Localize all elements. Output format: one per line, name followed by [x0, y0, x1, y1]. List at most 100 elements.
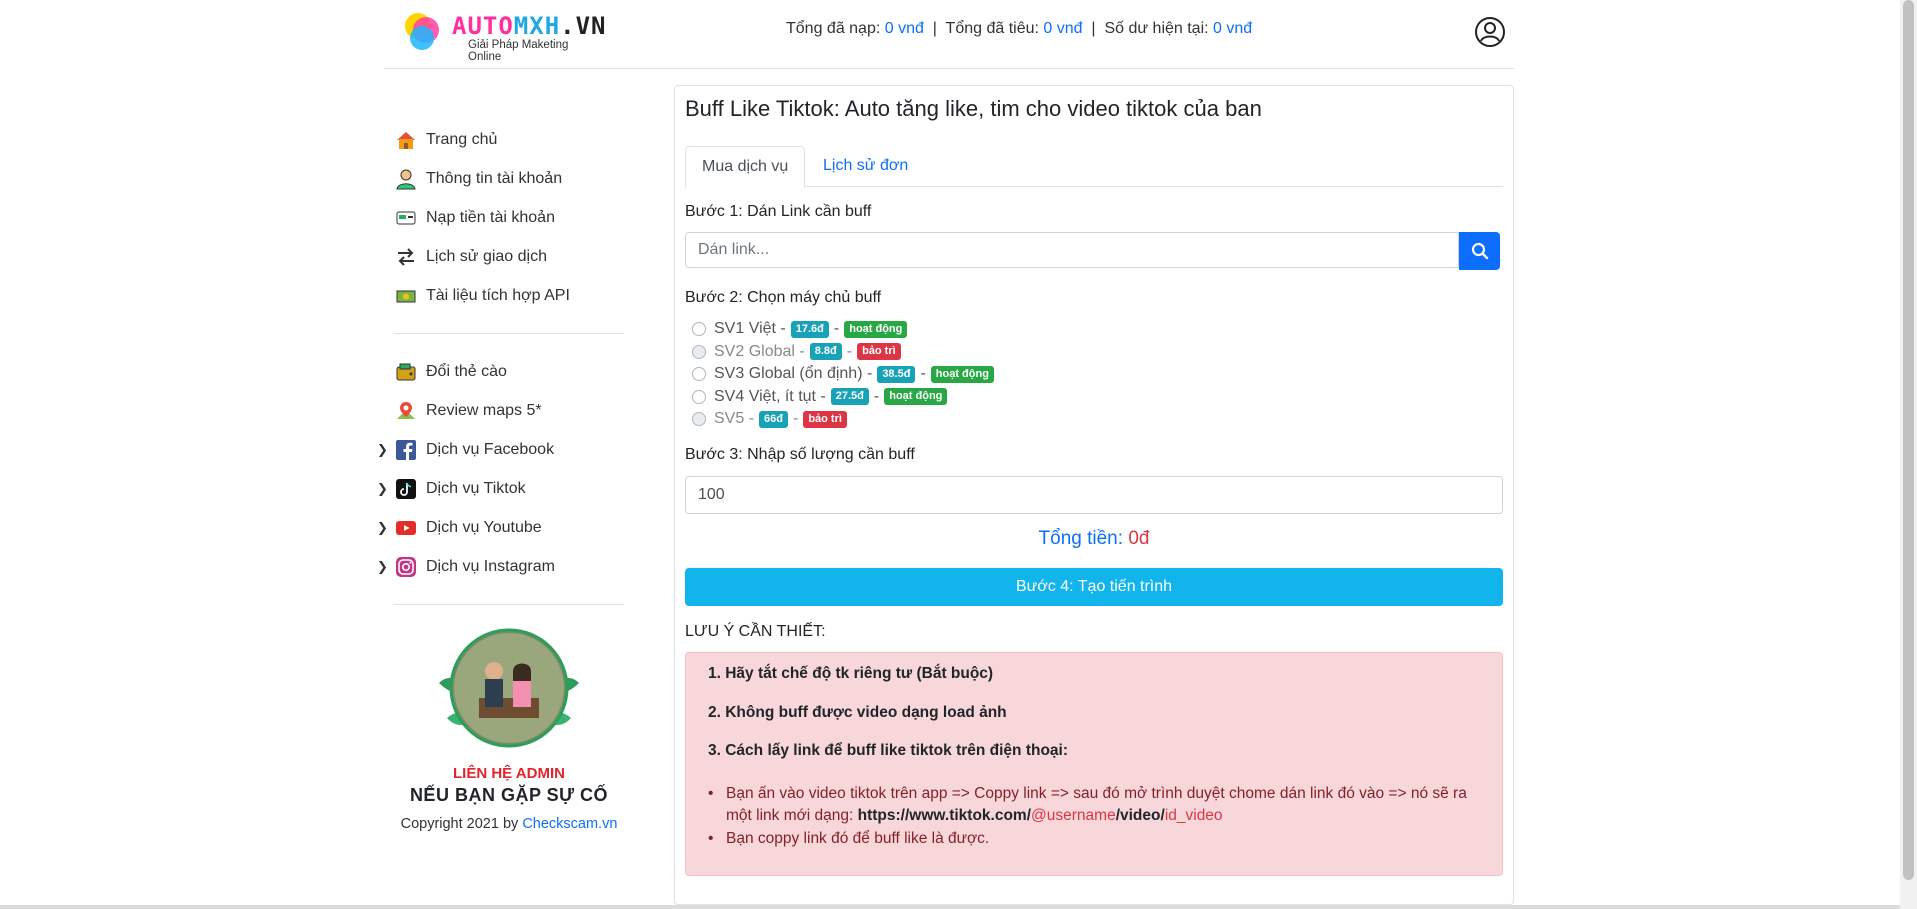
sidebar-item-label: Tài liệu tích hợp API: [426, 286, 570, 304]
spent-value: 0 vnđ: [1043, 20, 1083, 37]
example-url: https://www.tiktok.com/@username/video/i…: [858, 807, 1223, 824]
tab-buy-service[interactable]: Mua dịch vụ: [685, 146, 806, 188]
link-input[interactable]: Dán link...: [685, 232, 1459, 268]
sidebar-item-label: Dịch vụ Tiktok: [426, 479, 526, 497]
total-label: Tổng tiền:: [1038, 528, 1129, 549]
deposit-value: 0 vnđ: [884, 20, 924, 37]
chevron-right-icon: ❯: [377, 520, 388, 535]
server-option: SV5 - 66đ - bảo trì: [685, 408, 999, 431]
url-part: /video/: [1115, 807, 1165, 824]
chevron-right-icon: ❯: [377, 481, 388, 496]
sidebar-item-label: Dịch vụ Instagram: [426, 557, 555, 575]
sidebar-item-account[interactable]: Thông tin tài khoản: [384, 159, 634, 198]
search-button[interactable]: [1459, 232, 1500, 270]
balance-label: Số dư hiện tại:: [1104, 20, 1214, 37]
deposit-icon: [394, 206, 418, 230]
tab-order-history[interactable]: Lịch sử đơn: [807, 146, 924, 186]
price-badge: 8.8đ: [809, 343, 842, 361]
radio-button[interactable]: [692, 367, 706, 382]
price-badge: 66đ: [759, 410, 788, 428]
url-part: https://www.tiktok.com/: [857, 807, 1032, 824]
note-bullet: Bạn ấn vào video tiktok trên app => Copp…: [708, 783, 1488, 827]
wallet-icon: [394, 360, 418, 384]
logo-tagline: Giải Pháp Maketing Online: [468, 39, 569, 63]
vertical-scrollbar[interactable]: [1900, 0, 1917, 909]
map-pin-icon: [394, 399, 418, 423]
site-logo[interactable]: AUTOMXH.VN Giải Pháp Maketing Online: [400, 8, 606, 63]
admin-photo[interactable]: [419, 623, 599, 763]
horizontal-scrollbar[interactable]: [0, 905, 1900, 909]
server-option[interactable]: SV1 Việt - 17.6đ - hoạt động: [685, 318, 999, 341]
api-icon: [394, 284, 418, 308]
sidebar-item-card-exchange[interactable]: Đổi thẻ cào: [384, 352, 634, 391]
sidebar-item-label: Review maps 5*: [426, 401, 542, 419]
status-badge: hoạt động: [884, 388, 948, 406]
status-badge: hoạt động: [930, 365, 994, 383]
logo-text: AUTOMXH.VN: [452, 12, 607, 40]
sidebar-item-transactions[interactable]: Lịch sử giao dịch: [384, 237, 634, 276]
status-badge: bảo trì: [857, 343, 901, 361]
user-icon: [394, 167, 418, 191]
sidebar-item-label: Lịch sử giao dịch: [426, 247, 547, 265]
status-badge: hoạt động: [844, 320, 908, 338]
contact-admin-label: LIÊN HỆ ADMIN: [453, 765, 565, 782]
server-list: SV1 Việt - 17.6đ - hoạt động SV2 Global -…: [685, 318, 999, 431]
step1-label: Bước 1: Dán Link cần buff: [685, 203, 872, 220]
sidebar-item-review-maps[interactable]: Review maps 5*: [384, 391, 634, 430]
tiktok-icon: [394, 477, 418, 501]
url-part: id_video: [1164, 807, 1223, 824]
step2-label: Bước 2: Chọn máy chủ buff: [685, 289, 882, 306]
radio-button[interactable]: [692, 389, 706, 404]
facebook-icon: [394, 438, 418, 462]
quantity-input[interactable]: 100: [685, 476, 1503, 514]
scrollbar-thumb[interactable]: [1903, 0, 1914, 880]
url-part: @username: [1031, 807, 1116, 824]
note-item: 1. Hãy tắt chế độ tk riêng tư (Bắt buộc): [708, 665, 994, 682]
admin-contact: LIÊN HỆ ADMIN NẾU BẠN GẶP SỰ CỐ Copyrigh…: [384, 623, 634, 832]
youtube-icon: [394, 516, 418, 540]
copyright-link[interactable]: Checkscam.vn: [522, 816, 617, 832]
sidebar-item-label: Dịch vụ Youtube: [426, 518, 542, 536]
radio-button: [692, 412, 706, 427]
server-option[interactable]: SV4 Việt, ít tụt - 27.5đ - hoạt động: [685, 386, 999, 409]
chevron-right-icon: ❯: [377, 442, 388, 457]
price-badge: 17.6đ: [790, 320, 829, 338]
note-bullets: Bạn ấn vào video tiktok trên app => Copp…: [708, 783, 1488, 851]
balance-stats: Tổng đã nạp: 0 vnđ | Tổng đã tiêu: 0 vnđ…: [786, 20, 1252, 38]
instagram-icon: [394, 555, 418, 579]
issue-label: NẾU BẠN GẶP SỰ CỐ: [409, 785, 609, 805]
user-account-icon[interactable]: [1474, 16, 1506, 48]
total-price: Tổng tiền: 0đ: [685, 528, 1503, 550]
note-item: 2. Không buff được video dạng load ảnh: [708, 703, 1007, 721]
server-name: SV2 Global -: [714, 342, 805, 360]
sidebar-item-label: Trang chủ: [426, 130, 498, 148]
transfer-icon: [394, 245, 418, 269]
sidebar-item-youtube[interactable]: ❯ Dịch vụ Youtube: [377, 508, 634, 547]
radio-button[interactable]: [692, 322, 706, 337]
sidebar-item-instagram[interactable]: ❯ Dịch vụ Instagram: [377, 547, 634, 586]
create-process-button[interactable]: Bước 4: Tạo tiến trình: [685, 568, 1503, 606]
sidebar-item-deposit[interactable]: Nạp tiền tài khoản: [384, 198, 634, 237]
page-title: Buff Like Tiktok: Auto tăng like, tim ch…: [685, 96, 1262, 121]
copyright: Copyright 2021 by Checkscam.vn: [384, 816, 634, 832]
note-item: 3. Cách lấy link để buff like tiktok trê…: [708, 742, 1069, 759]
server-option[interactable]: SV3 Global (ổn định) - 38.5đ - hoạt động: [685, 363, 999, 386]
sidebar-item-tiktok[interactable]: ❯ Dịch vụ Tiktok: [377, 469, 634, 508]
server-name: SV3 Global (ổn định) -: [714, 365, 873, 383]
home-icon: [394, 128, 418, 152]
deposit-label: Tổng đã nạp:: [786, 20, 885, 37]
step3-label: Bước 3: Nhập số lượng cần buff: [685, 446, 915, 463]
sidebar-item-api-docs[interactable]: Tài liệu tích hợp API: [384, 276, 634, 315]
radio-button: [692, 344, 706, 359]
logo-circles-icon: [405, 13, 439, 50]
sidebar-item-home[interactable]: Trang chủ: [384, 120, 634, 159]
server-name: SV1 Việt -: [714, 320, 786, 338]
sidebar-divider: [394, 604, 624, 605]
spent-label: Tổng đã tiêu:: [945, 20, 1044, 37]
note-bullet: Bạn coppy link đó để buff like là được.: [708, 828, 1488, 850]
note-box: 1. Hãy tắt chế độ tk riêng tư (Bắt buộc)…: [685, 652, 1503, 876]
sidebar-divider: [394, 333, 624, 334]
sidebar-item-facebook[interactable]: ❯ Dịch vụ Facebook: [377, 430, 634, 469]
total-value: 0đ: [1128, 528, 1150, 549]
note-list: 1. Hãy tắt chế độ tk riêng tư (Bắt buộc)…: [708, 665, 1068, 781]
